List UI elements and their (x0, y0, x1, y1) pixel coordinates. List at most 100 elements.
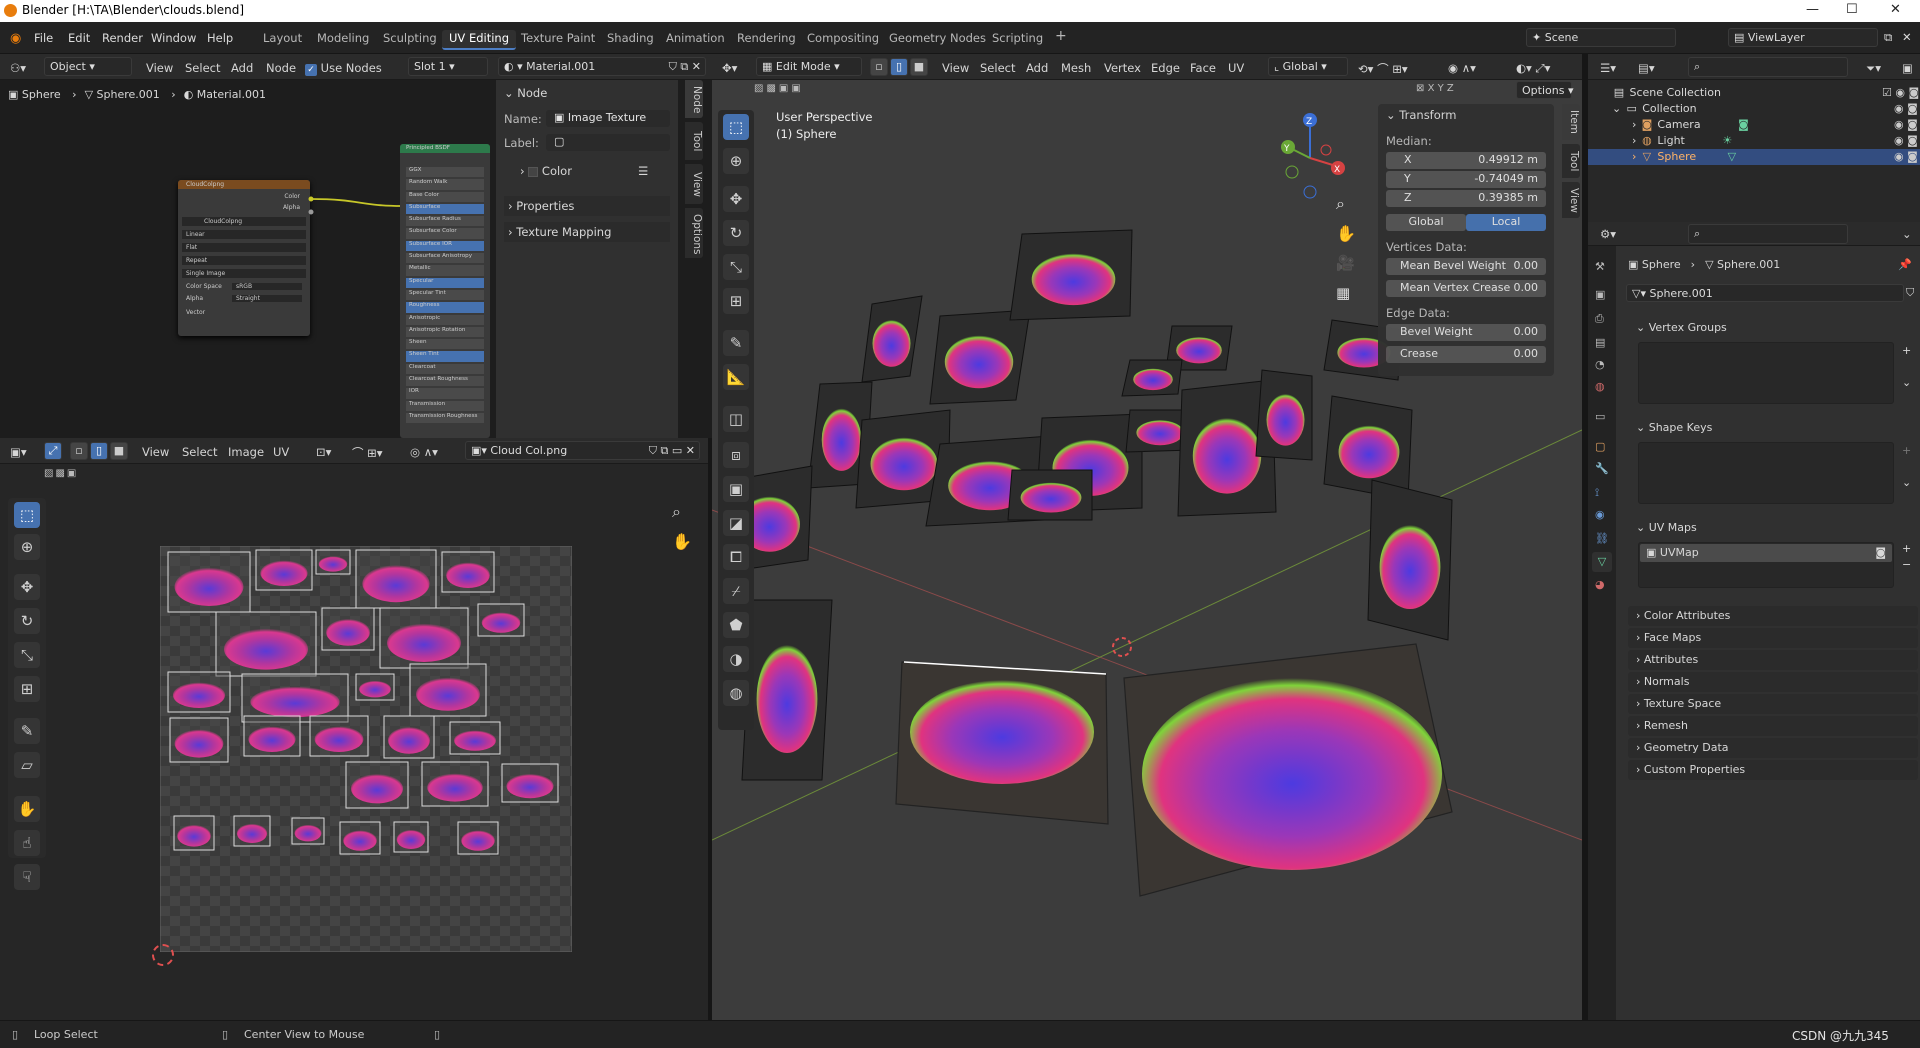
remove-uv-map-icon[interactable]: − (1902, 558, 1911, 571)
snap-icon[interactable]: ⌒ ⊞▾ (352, 445, 383, 461)
pinch-tool-icon[interactable]: ☟ (14, 864, 40, 890)
vertex-select-icon[interactable]: ▫ (70, 442, 88, 460)
editor-type-icon[interactable]: ⚇▾ (10, 61, 26, 75)
fake-user-icon[interactable]: ⛉ (1906, 286, 1914, 300)
camera-visibility-icons[interactable]: ◉ ◙ (1894, 118, 1918, 131)
section-custom-properties[interactable]: › Custom Properties (1628, 760, 1918, 780)
node-name-field[interactable]: ▣ Image Texture (546, 110, 670, 127)
tab-item[interactable]: Item (1562, 104, 1580, 140)
face-select-icon[interactable]: ■ (110, 442, 128, 460)
tab-texture-paint[interactable]: Texture Paint (514, 30, 602, 48)
sphere-visibility-icons[interactable]: ◉ ◙ (1894, 150, 1918, 163)
viewport-type-icon[interactable]: ✥▾ (722, 61, 737, 75)
bsdf-input-row[interactable]: Subsurface IOR (406, 240, 484, 252)
section-color-attributes[interactable]: › Color Attributes (1628, 606, 1918, 626)
bsdf-input-row[interactable]: Random Walk (406, 179, 484, 190)
tab-rendering[interactable]: Rendering (730, 30, 803, 48)
vp-select-tool-icon[interactable]: ⬚ (723, 114, 749, 140)
section-texture-space[interactable]: › Texture Space (1628, 694, 1918, 714)
bsdf-input-row[interactable]: Anisotropic Rotation (406, 326, 484, 338)
vp-menu-uv[interactable]: UV (1228, 61, 1244, 75)
bsdf-input-row[interactable]: Specular (406, 277, 484, 288)
node-menu-add[interactable]: Add (231, 61, 253, 75)
vertex-groups-header[interactable]: ⌄ Vertex Groups (1628, 318, 1918, 338)
shape-keys-header[interactable]: ⌄ Shape Keys (1628, 418, 1918, 438)
local-toggle[interactable]: Local (1466, 214, 1546, 231)
node-label-field[interactable]: ▢ (546, 134, 670, 151)
tab-geometry-nodes[interactable]: Geometry Nodes (882, 30, 993, 48)
scene-tab-icon[interactable]: ◔ (1595, 358, 1605, 371)
vp-cursor-tool-icon[interactable]: ⊕ (723, 148, 749, 174)
vp-transform-tool-icon[interactable]: ⊞ (723, 288, 749, 314)
uv-editor-type-icon[interactable]: ▣▾ (10, 445, 27, 459)
shape-keys-list[interactable] (1638, 442, 1894, 504)
bsdf-input-row[interactable]: Specular Tint (406, 289, 484, 301)
node-menu-select[interactable]: Select (185, 61, 220, 75)
uv-menu-image[interactable]: Image (228, 445, 264, 459)
tab-scripting[interactable]: Scripting (985, 30, 1050, 48)
edge-mode-icon[interactable]: ▯ (890, 58, 908, 76)
bsdf-input-row[interactable]: Subsurface Color (406, 228, 484, 239)
output-tab-icon[interactable]: ⎙ (1595, 312, 1604, 326)
transform-header[interactable]: ⌄ Transform (1386, 108, 1457, 122)
world-tab-icon[interactable]: ◍ (1595, 380, 1605, 393)
view-layer-tab-icon[interactable]: ▤ (1595, 336, 1605, 349)
bevel-tool-icon[interactable]: ◪ (723, 510, 749, 536)
bsdf-input-row[interactable]: Clearcoat Roughness (406, 376, 484, 387)
blender-menu-icon[interactable]: ◉ (10, 31, 21, 46)
bsdf-input-row[interactable]: Subsurface (406, 203, 484, 215)
minimize-button[interactable]: — (1806, 2, 1819, 17)
node-menu-node[interactable]: Node (266, 61, 296, 75)
properties-panel-header[interactable]: › Properties (504, 196, 670, 216)
vp-menu-select[interactable]: Select (980, 61, 1015, 75)
bsdf-input-row[interactable]: Metallic (406, 265, 484, 276)
inset-tool-icon[interactable]: ▣ (723, 476, 749, 502)
tab-modeling[interactable]: Modeling (310, 30, 376, 48)
bsdf-input-row[interactable]: Clearcoat (406, 363, 484, 375)
use-nodes-checkbox[interactable]: ✓ Use Nodes (305, 61, 382, 76)
annotate-tool-icon[interactable]: ✎ (14, 718, 40, 744)
vp-pan-icon[interactable]: ✋ (1336, 224, 1356, 243)
uv-menu-select[interactable]: Select (182, 445, 217, 459)
bsdf-input-row[interactable]: Sheen (406, 339, 484, 350)
tool-tab-icon[interactable]: ⚒ (1595, 260, 1605, 273)
crease-field[interactable]: Crease 0.00 (1386, 346, 1546, 363)
shape-key-menu-icon[interactable]: ⌄ (1902, 476, 1911, 489)
vp-measure-tool-icon[interactable]: 📐 (723, 364, 749, 390)
smooth-tool-icon[interactable]: ◍ (723, 680, 749, 706)
face-mode-icon[interactable]: ■ (910, 58, 928, 76)
poly-build-tool-icon[interactable]: ⬟ (723, 612, 749, 638)
image-selector[interactable]: ▣▾ Cloud Col.png ⛉ ⧉ ▭ ✕ (465, 441, 700, 460)
rip-tool-icon[interactable]: ▱ (14, 752, 40, 778)
menu-help[interactable]: Help (207, 31, 233, 45)
section-remesh[interactable]: › Remesh (1628, 716, 1918, 736)
object-mode-dropdown[interactable]: Object ▾ (44, 57, 132, 76)
slot-dropdown[interactable]: Slot 1 ▾ (408, 57, 488, 76)
tab-vp-view[interactable]: View (1562, 182, 1580, 218)
tab-tool[interactable]: Tool (685, 122, 703, 160)
scene-selector[interactable]: ✦ Scene (1526, 28, 1676, 47)
transform-tool-icon[interactable]: ⊞ (14, 676, 40, 702)
vp-menu-face[interactable]: Face (1190, 61, 1216, 75)
properties-options-icon[interactable]: ⌄ (1902, 227, 1912, 241)
median-z-field[interactable]: Z 0.39385 m (1386, 190, 1546, 207)
cursor-tool-icon[interactable]: ⊕ (14, 534, 40, 560)
tab-vp-tool[interactable]: Tool (1562, 144, 1580, 178)
global-toggle[interactable]: Global (1386, 214, 1466, 231)
node-menu-view[interactable]: View (146, 61, 173, 75)
overlay-icons[interactable]: ◐▾ ⤢▾ (1516, 61, 1550, 76)
menu-window[interactable]: Window (151, 31, 196, 45)
exclude-checkbox-icon[interactable]: ☑ ◉ ◙ (1882, 86, 1919, 99)
principled-bsdf-node[interactable]: Principled BSDF GGX Random Walk Base Color… (400, 144, 490, 438)
proportional-edit-icon[interactable]: ◉ ∧▾ (1448, 61, 1476, 75)
outliner-light[interactable]: › ◍ Light ☀ (1632, 134, 1732, 147)
spin-tool-icon[interactable]: ◑ (723, 646, 749, 672)
texture-mapping-header[interactable]: › Texture Mapping (504, 222, 670, 242)
light-visibility-icons[interactable]: ◉ ◙ (1894, 134, 1918, 147)
relax-tool-icon[interactable]: ☝ (14, 830, 40, 856)
pin-icon[interactable]: 📌 (1898, 258, 1912, 271)
viewlayer-selector[interactable]: ▤ ViewLayer (1728, 28, 1878, 47)
median-y-field[interactable]: Y -0.74049 m (1386, 171, 1546, 188)
node-editor-canvas[interactable]: ▣ Sphere › ▽ Sphere.001 › ◐ Material.001 C… (0, 80, 712, 438)
vp-menu-edge[interactable]: Edge (1151, 61, 1180, 75)
